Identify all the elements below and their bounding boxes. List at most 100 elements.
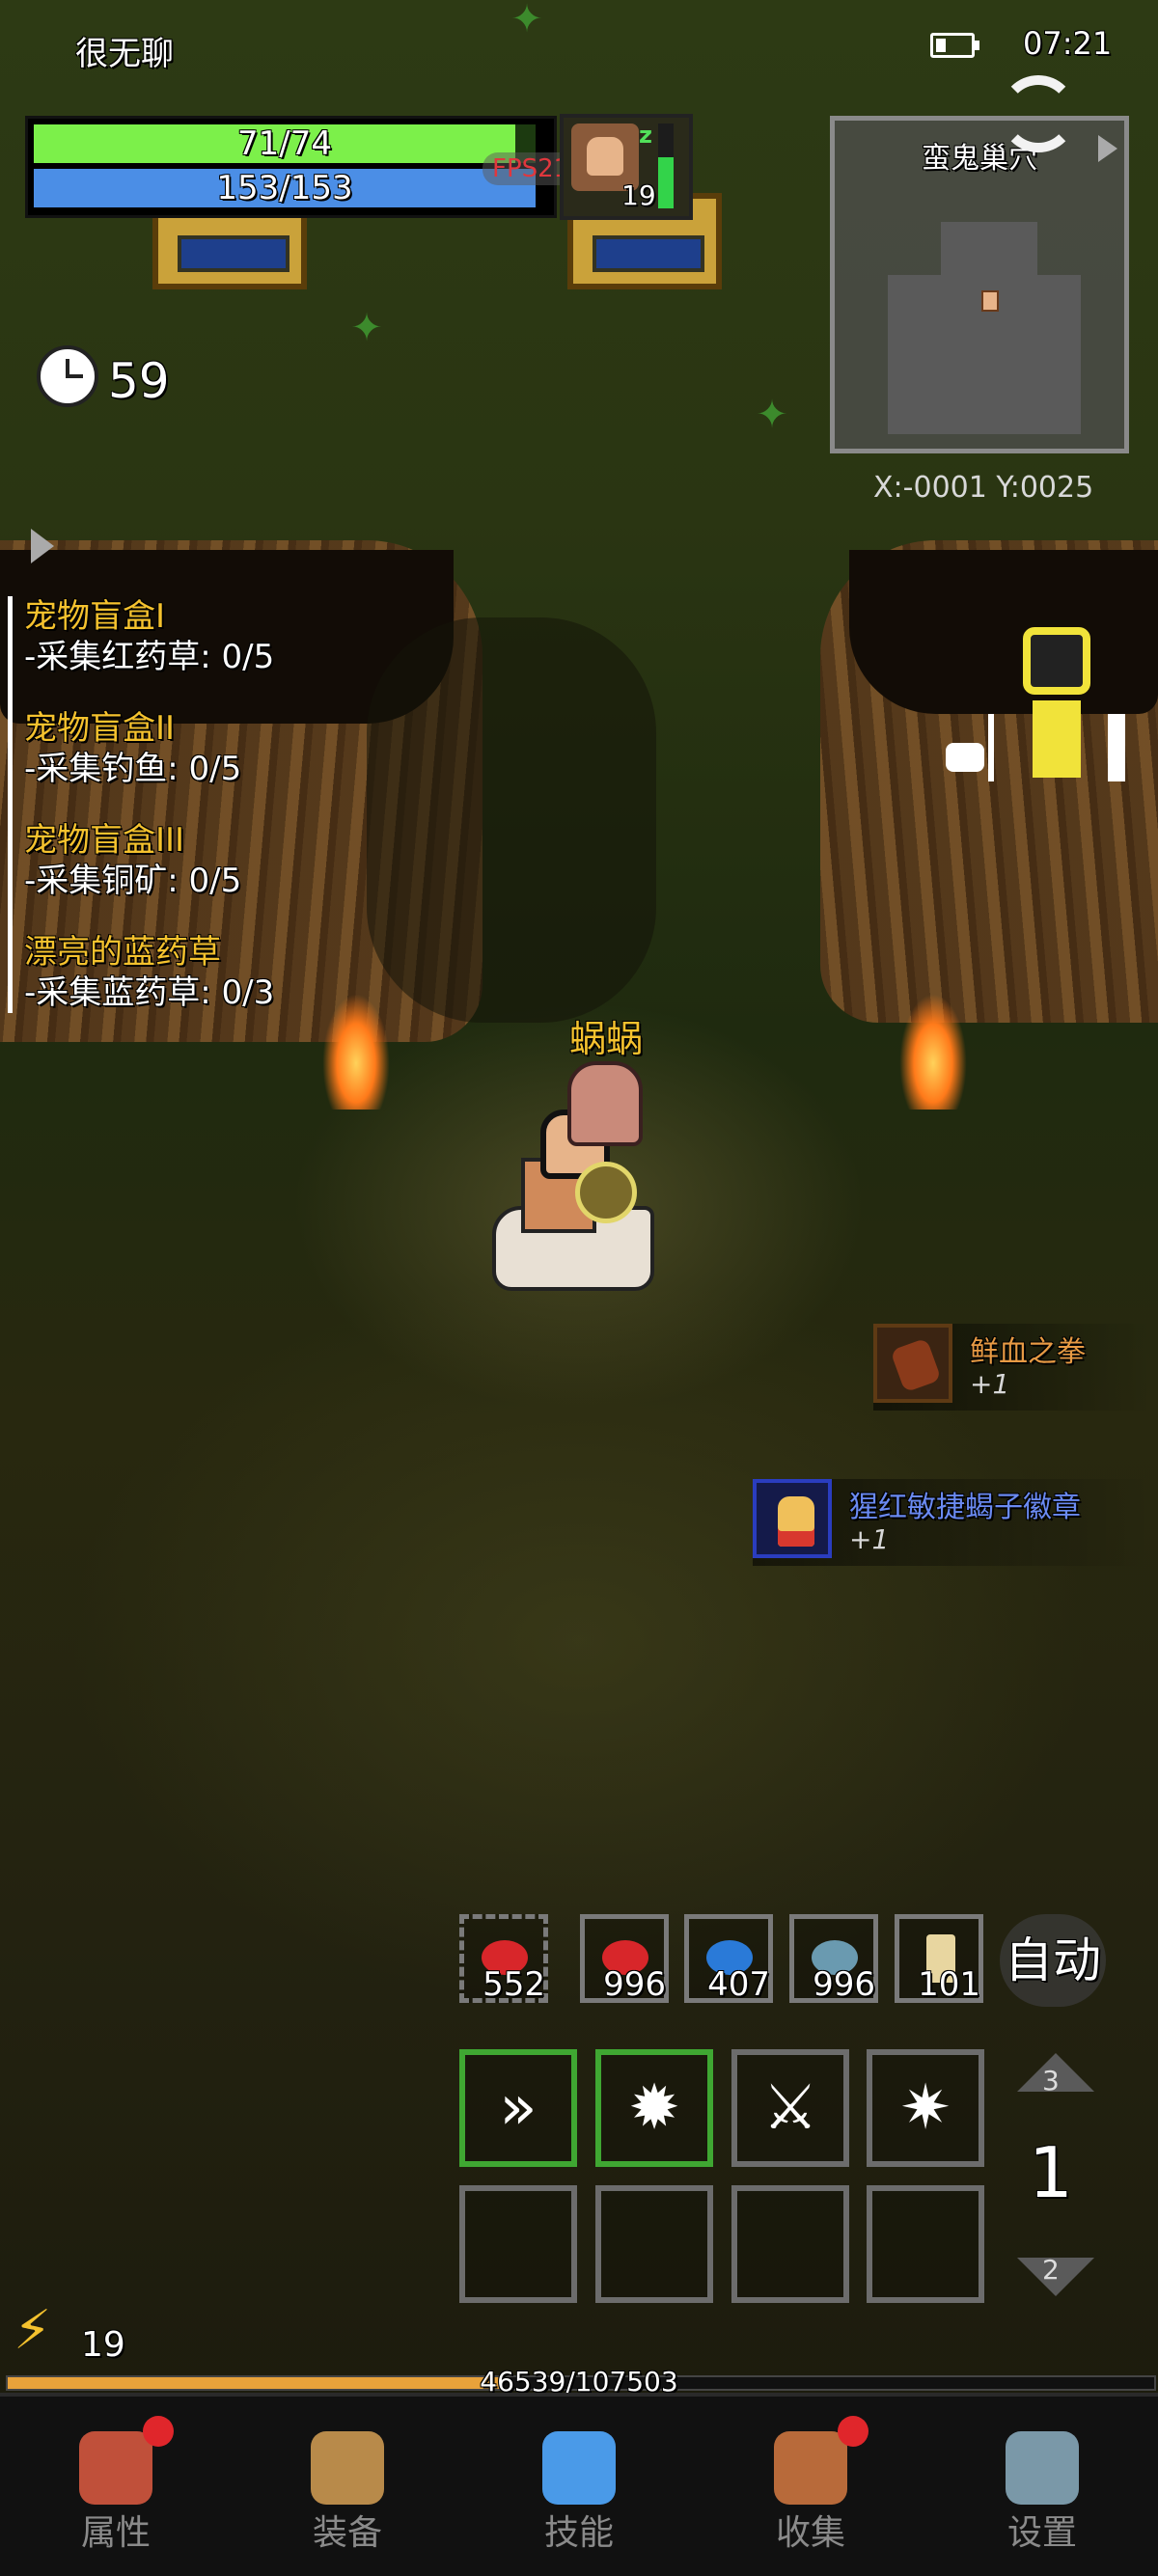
pet-energy-bar (658, 123, 674, 208)
mp-bar: 153/153 (34, 169, 536, 207)
loot-notification: 猩红敏捷蝎子徽章 +1 (753, 1479, 1153, 1566)
pet-card[interactable]: z 19 (560, 114, 693, 220)
boss-indicator-icon[interactable] (946, 627, 1125, 781)
consumable-count: 101 (918, 1965, 980, 2004)
pet-energy-fill (658, 157, 674, 208)
refresh-icon[interactable] (1000, 75, 1077, 152)
loot-name: 鲜血之拳 (970, 1335, 1086, 1369)
quest-title: 宠物盲盒III (24, 821, 185, 860)
leaf-decoration-icon: ✦ (510, 0, 543, 41)
nav-item-collection[interactable]: 收集 (695, 2397, 926, 2576)
quest-task: -采集铜矿: 0/5 (24, 862, 242, 900)
sword-icon (988, 714, 994, 781)
nav-label: 装备 (312, 2513, 382, 2553)
nav-label: 技能 (543, 2513, 614, 2553)
empty-skill-slot[interactable] (595, 2185, 713, 2303)
bottom-nav: 属性 装备 技能 收集 设置 (0, 2393, 1158, 2576)
slash-skill-icon: ⚔ (762, 2072, 818, 2144)
quest-task: -采集钓鱼: 0/5 (24, 750, 242, 788)
badge-item-icon (753, 1479, 832, 1558)
hp-bar: 71/74 (34, 124, 536, 163)
clock-icon (37, 345, 98, 407)
consumable-count: 996 (603, 1965, 666, 2004)
star-skill-icon: ✷ (899, 2072, 951, 2144)
consumable-count: 996 (813, 1965, 875, 2004)
boss-body (1033, 700, 1081, 778)
boss-pet-icon (946, 743, 984, 772)
loot-count: +1 (970, 1368, 1010, 1400)
empty-skill-slot[interactable] (731, 2185, 849, 2303)
consumable-slot[interactable]: 407 (684, 1914, 773, 2004)
book-icon (774, 2431, 847, 2505)
auto-button[interactable]: 自动 (1000, 1914, 1106, 2007)
nav-item-equipment[interactable]: 装备 (232, 2397, 463, 2576)
quest-item[interactable]: 宠物盲盒III -采集铜矿: 0/5 (24, 820, 429, 901)
shield-icon (575, 1162, 637, 1223)
nav-label: 收集 (775, 2513, 845, 2553)
consumable-slot[interactable]: 996 (580, 1914, 669, 2004)
burst-skill-icon: ✹ (628, 2072, 680, 2144)
loot-count: +1 (849, 1523, 890, 1555)
pet-sprite (567, 1061, 643, 1146)
map-name: 蛮鬼巢穴 (922, 142, 1037, 176)
game-scene[interactable]: ✦ ✦ ✦ 很无聊 07:21 71/74 153/153 FPS21 z 19… (0, 0, 1158, 2576)
leaf-decoration-icon: ✦ (756, 393, 788, 437)
consumable-slot[interactable]: 552 (459, 1914, 548, 2004)
page-up-number: 3 (1042, 2065, 1060, 2096)
notification-badge (143, 2416, 174, 2447)
pet-level: 19 (621, 179, 656, 211)
quest-list[interactable]: 宠物盲盒I -采集红药草: 0/5 宠物盲盒II -采集钓鱼: 0/5 宠物盲盒… (8, 596, 429, 1013)
quest-title: 宠物盲盒II (24, 709, 176, 748)
skill-slot[interactable]: ⚔ (731, 2049, 849, 2167)
player-level: 19 (81, 2325, 125, 2365)
gear-icon (1006, 2431, 1079, 2505)
skill-slot[interactable]: ✷ (867, 2049, 984, 2167)
bag-icon (311, 2431, 384, 2505)
skill-slot[interactable]: ✹ (595, 2049, 713, 2167)
page-down-number: 2 (1042, 2254, 1060, 2286)
minimap[interactable]: 蛮鬼巢穴 (830, 116, 1129, 453)
fist-item-icon (873, 1324, 952, 1403)
leaf-decoration-icon: ✦ (350, 306, 383, 350)
nav-item-attributes[interactable]: 属性 (0, 2397, 232, 2576)
consumable-slot[interactable]: 101 (895, 1914, 983, 2004)
loot-notification: 鲜血之拳 +1 (873, 1324, 1153, 1411)
quest-task: -采集蓝药草: 0/3 (24, 973, 275, 1012)
torch-flame-icon (899, 994, 967, 1110)
empty-skill-slot[interactable] (867, 2185, 984, 2303)
clock-time: 07:21 (1023, 25, 1113, 62)
nav-item-settings[interactable]: 设置 (926, 2397, 1158, 2576)
hp-label: 71/74 (237, 124, 332, 163)
map-expand-arrow-icon[interactable] (1098, 135, 1117, 162)
player-name: 很无聊 (75, 35, 174, 73)
level-icon: ⚡ (14, 2299, 52, 2362)
hp-mp-panel: 71/74 153/153 (25, 116, 557, 218)
player-character[interactable] (482, 1061, 656, 1291)
skill-slot[interactable]: » (459, 2049, 577, 2167)
skill-page-current: 1 (1029, 2132, 1073, 2213)
nav-label: 属性 (80, 2513, 151, 2553)
map-room (941, 222, 1037, 280)
quest-task: -采集红药草: 0/5 (24, 638, 275, 676)
consumable-slot[interactable]: 996 (789, 1914, 878, 2004)
boss-weapon (1108, 714, 1125, 781)
quest-collapse-arrow-icon[interactable] (31, 529, 54, 563)
map-player-icon (981, 290, 999, 312)
nav-item-skills[interactable]: 技能 (463, 2397, 695, 2576)
loot-name: 猩红敏捷蝎子徽章 (849, 1491, 1081, 1524)
timer-value: 59 (108, 353, 170, 409)
helmet-icon (79, 2431, 152, 2505)
mp-label: 153/153 (216, 169, 353, 207)
dash-skill-icon: » (499, 2072, 538, 2144)
empty-skill-slot[interactable] (459, 2185, 577, 2303)
consumable-count: 407 (707, 1965, 770, 2004)
quest-title: 宠物盲盒I (24, 597, 166, 636)
quest-item[interactable]: 漂亮的蓝药草 -采集蓝药草: 0/3 (24, 932, 429, 1013)
player-coordinates: X:-0001 Y:0025 (873, 471, 1094, 505)
quest-item[interactable]: 宠物盲盒II -采集钓鱼: 0/5 (24, 708, 429, 789)
consumable-count: 552 (482, 1965, 545, 2004)
nav-label: 设置 (1006, 2513, 1077, 2553)
quest-item[interactable]: 宠物盲盒I -采集红药草: 0/5 (24, 596, 429, 677)
sleep-icon: z (639, 122, 652, 149)
crystal-icon (542, 2431, 616, 2505)
